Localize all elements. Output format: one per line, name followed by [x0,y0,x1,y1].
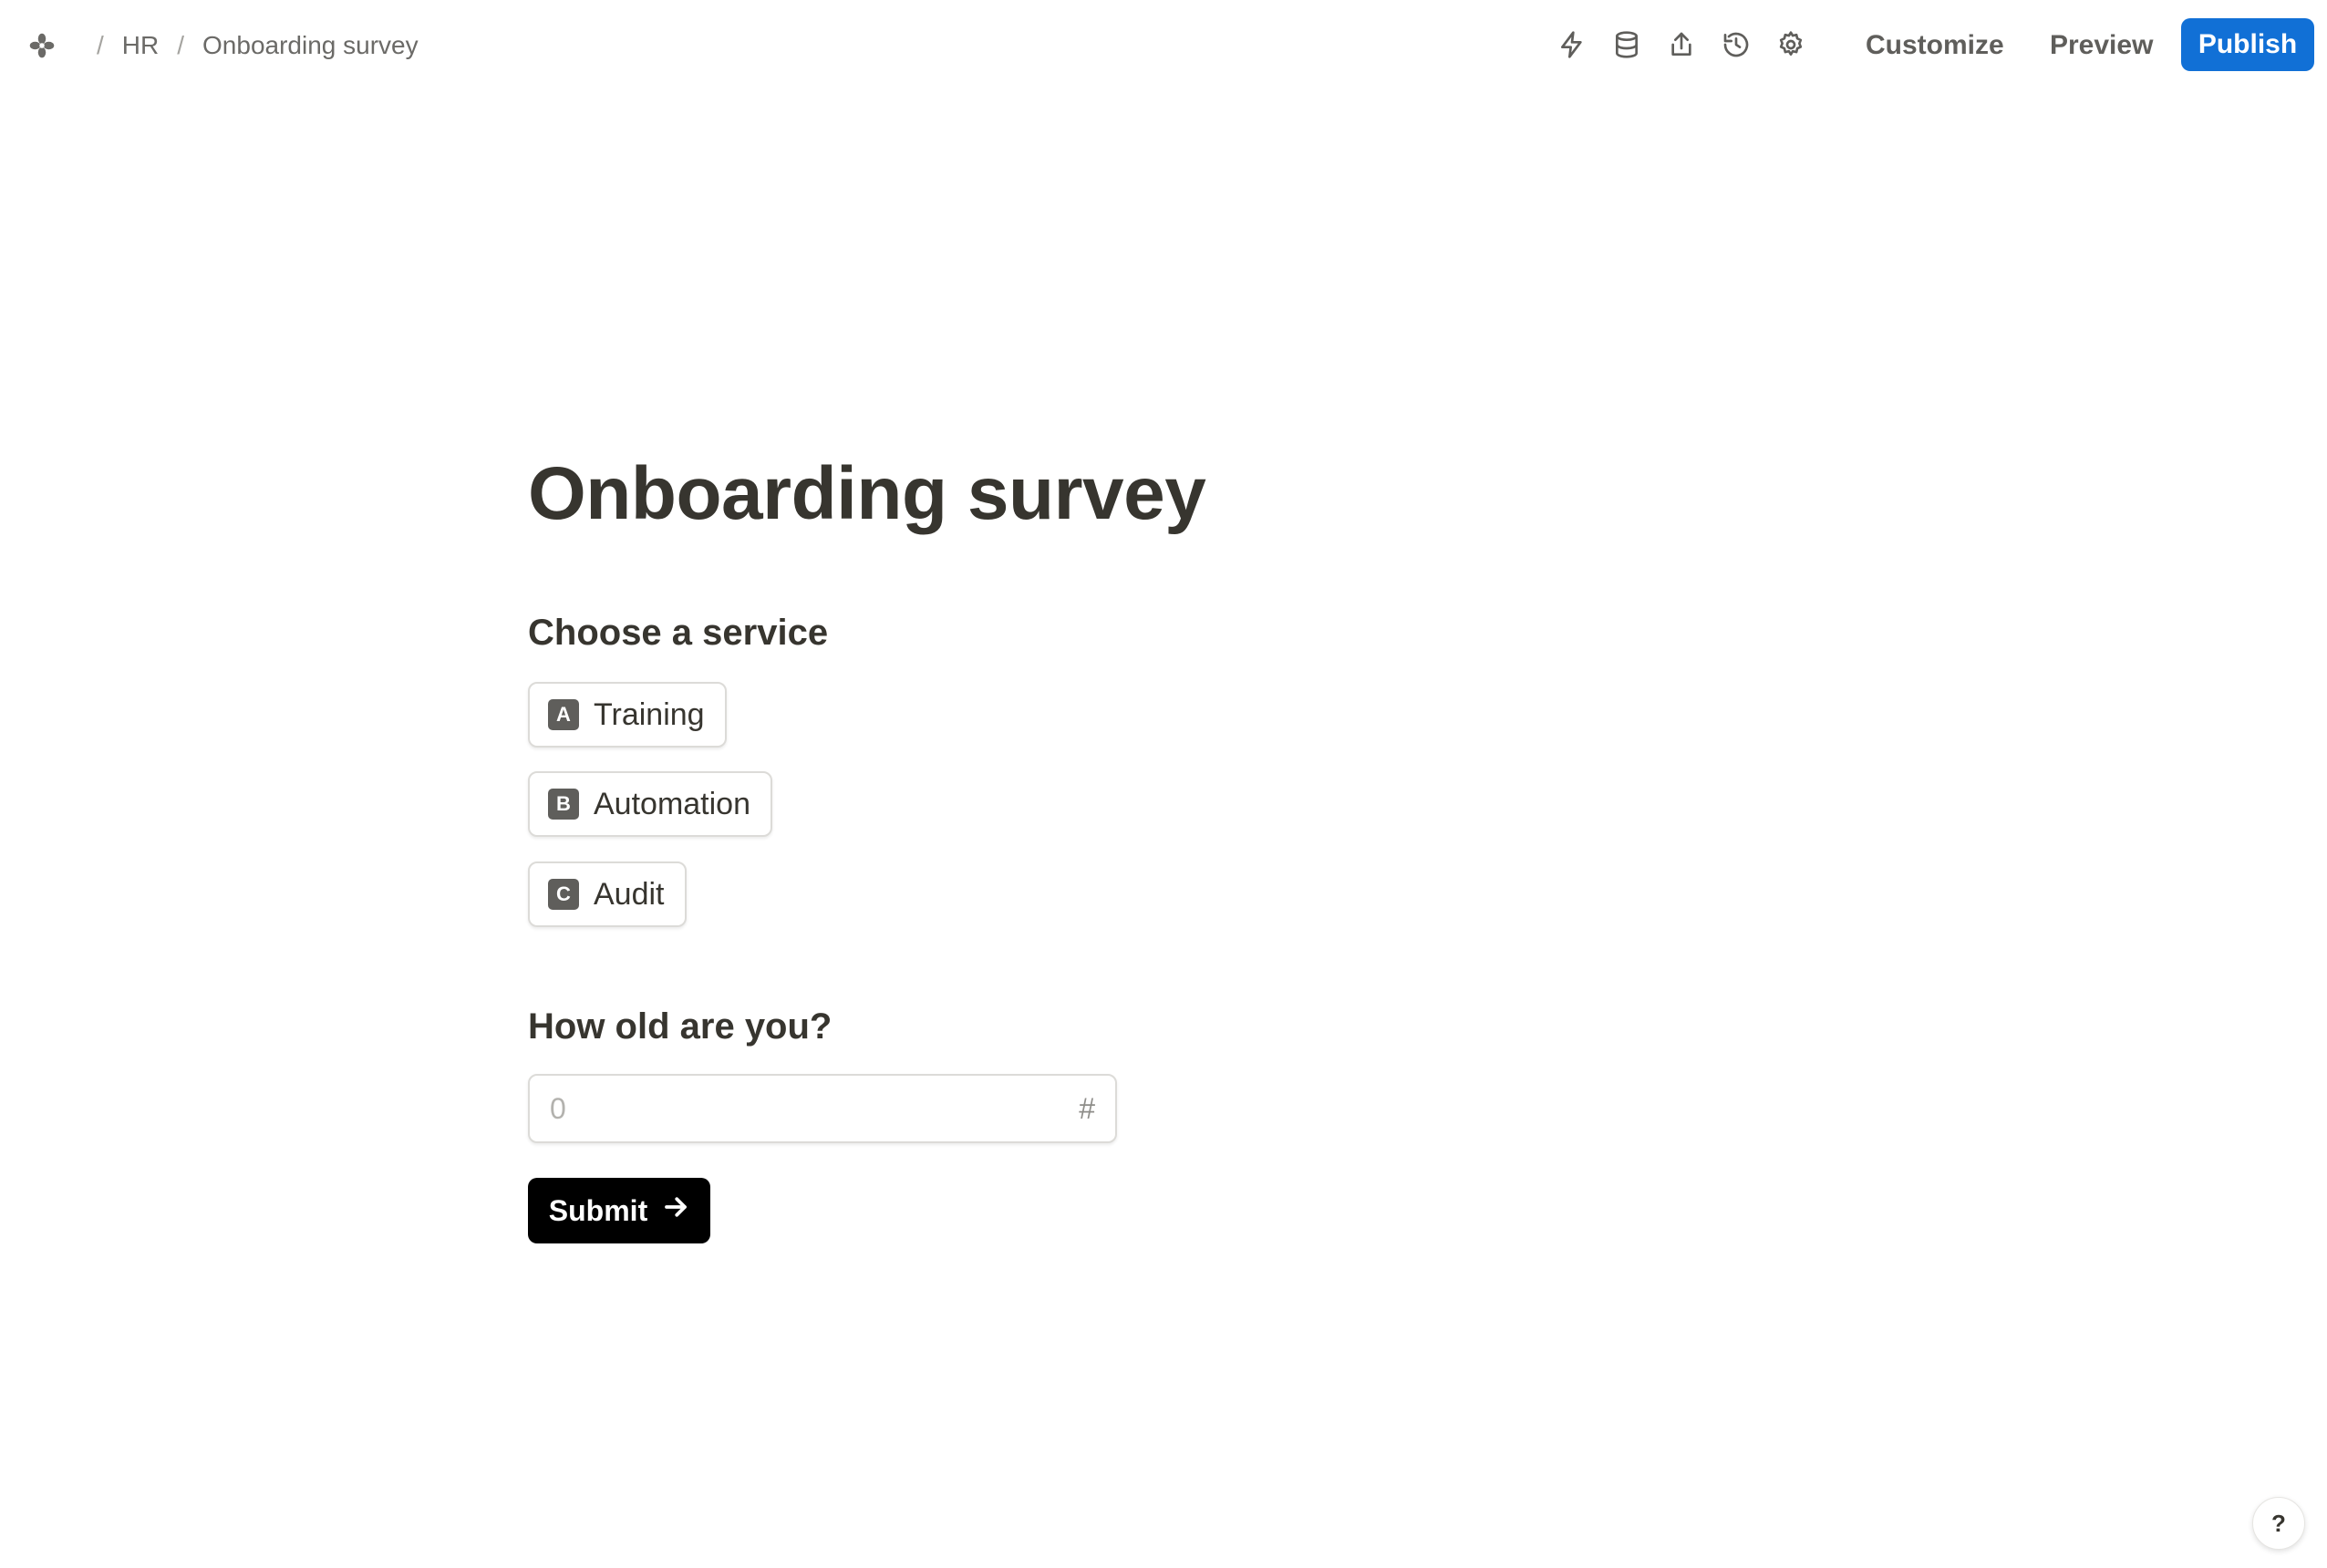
option-label: Automation [594,786,750,821]
submit-button[interactable]: Submit [528,1178,710,1243]
arrow-right-icon [662,1193,689,1228]
survey-form: Onboarding survey Choose a service A Tra… [528,445,1349,1243]
form-title: Onboarding survey [528,452,1206,535]
age-input[interactable] [550,1091,1080,1126]
pinwheel-logo-icon[interactable] [26,29,58,62]
breadcrumb: / HR / Onboarding survey [26,26,419,66]
option-label: Audit [594,876,665,912]
breadcrumb-separator: / [97,31,104,59]
option-training[interactable]: A Training [528,682,727,748]
option-audit[interactable]: C Audit [528,861,687,927]
option-key-badge: A [548,699,579,730]
history-icon[interactable] [1720,24,1753,66]
page: / HR / Onboarding survey Customize Previ… [0,0,2327,1568]
help-button[interactable]: ? [2252,1497,2305,1550]
question-title-age: How old are you? [528,1006,833,1047]
top-bar: / HR / Onboarding survey Customize Previ… [0,0,2327,91]
question-title-service: Choose a service [528,613,829,653]
option-automation[interactable]: B Automation [528,771,772,837]
settings-icon[interactable] [1774,24,1807,66]
lightning-icon[interactable] [1556,24,1588,66]
breadcrumb-item-hr[interactable]: HR [122,31,159,60]
breadcrumb-separator: / [177,31,185,59]
publish-button[interactable]: Publish [2181,18,2314,71]
age-number-field[interactable]: # [528,1074,1117,1143]
breadcrumb-item-onboarding-survey[interactable]: Onboarding survey [202,31,419,60]
option-key-badge: B [548,789,579,820]
toolbar-icons [1556,24,1807,66]
preview-button[interactable]: Preview [2050,22,2153,69]
customize-button[interactable]: Customize [1866,22,2004,69]
option-key-badge: C [548,879,579,910]
database-icon[interactable] [1610,24,1643,66]
submit-label: Submit [548,1193,648,1227]
share-icon[interactable] [1665,24,1698,66]
hash-icon: # [1079,1091,1095,1125]
option-label: Training [594,696,705,732]
